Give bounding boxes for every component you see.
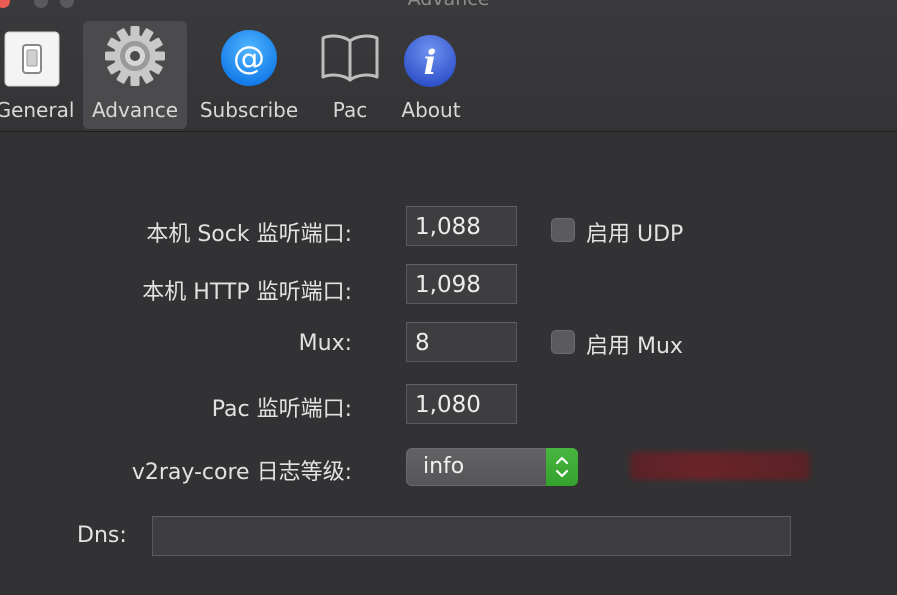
- tab-pac-label: Pac: [332, 98, 368, 122]
- switch-icon: [4, 31, 60, 91]
- log-level-value: info: [423, 454, 465, 479]
- http-port-input[interactable]: 1,098: [406, 264, 517, 304]
- at-sign-icon: @: [220, 29, 278, 91]
- tab-pac[interactable]: Pac: [310, 21, 390, 129]
- mux-label: Mux:: [298, 331, 352, 356]
- udp-checkbox[interactable]: [551, 218, 575, 242]
- log-level-select[interactable]: info: [406, 448, 578, 486]
- mux-checkbox[interactable]: [551, 330, 575, 354]
- svg-text:i: i: [424, 43, 437, 83]
- sock-port-input[interactable]: 1,088: [406, 206, 517, 246]
- pac-port-input[interactable]: 1,080: [406, 384, 517, 424]
- pac-port-label: Pac 监听端口:: [211, 397, 352, 422]
- tab-about-label: About: [401, 98, 461, 122]
- udp-checkbox-label[interactable]: 启用 UDP: [586, 216, 683, 248]
- toolbar: Advance General: [0, 0, 897, 132]
- mux-input[interactable]: 8: [406, 322, 517, 362]
- tab-subscribe-label: Subscribe: [199, 98, 299, 122]
- sock-port-label: 本机 Sock 监听端口:: [146, 222, 352, 247]
- tab-about[interactable]: i About: [393, 21, 469, 129]
- gear-icon: [104, 25, 166, 91]
- mux-checkbox-label[interactable]: 启用 Mux: [586, 328, 683, 360]
- select-stepper-icon: [546, 448, 578, 486]
- svg-text:@: @: [233, 39, 265, 77]
- tab-general-label: General: [0, 98, 75, 122]
- log-level-label: v2ray-core 日志等级:: [131, 460, 352, 485]
- dns-label: Dns:: [77, 523, 127, 548]
- tab-subscribe[interactable]: @ Subscribe: [194, 21, 304, 129]
- advance-settings-panel: 本机 Sock 监听端口: 1,088 启用 UDP 本机 HTTP 监听端口:…: [0, 132, 897, 595]
- tab-advance[interactable]: Advance: [83, 21, 187, 129]
- redacted-region: [630, 452, 810, 480]
- http-port-label: 本机 HTTP 监听端口:: [142, 280, 352, 305]
- dns-input[interactable]: [152, 516, 791, 556]
- tab-general[interactable]: General: [0, 21, 80, 129]
- window-title: Advance: [0, 0, 897, 10]
- tab-advance-label: Advance: [91, 98, 179, 122]
- book-icon: [320, 33, 380, 87]
- info-icon: i: [403, 34, 457, 92]
